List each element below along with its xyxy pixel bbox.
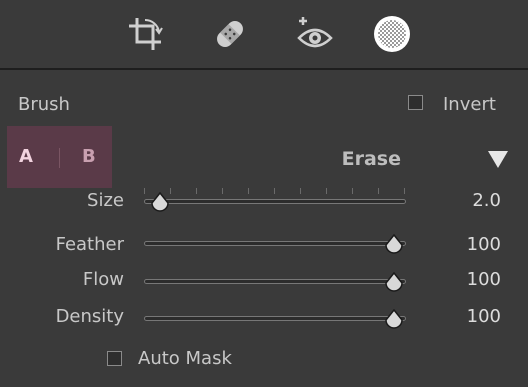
density-value[interactable]: 100: [421, 306, 501, 327]
invert-label[interactable]: Invert: [443, 94, 496, 115]
auto-mask-label[interactable]: Auto Mask: [138, 348, 232, 369]
slider-tick: [274, 188, 275, 194]
slider-tick: [404, 188, 405, 194]
density-slider-thumb[interactable]: [384, 309, 404, 331]
brush-title: Brush: [18, 94, 70, 115]
dropdown-arrow-icon[interactable]: [488, 151, 508, 168]
slider-tick: [248, 188, 249, 194]
red-eye-icon[interactable]: [293, 12, 337, 56]
tool-strip: [0, 0, 528, 68]
feather-slider-thumb[interactable]: [384, 234, 404, 256]
slider-tick: [326, 188, 327, 194]
slider-tick: [222, 188, 223, 194]
brush-ab-selector: A B: [7, 126, 112, 188]
slider-ticks: [144, 188, 406, 194]
brush-a-button[interactable]: A: [19, 146, 33, 167]
brush-ab-separator: [59, 148, 60, 168]
healing-bandage-icon[interactable]: [208, 12, 252, 56]
invert-checkbox[interactable]: [408, 95, 423, 110]
density-slider-track[interactable]: [144, 316, 406, 321]
size-slider-thumb[interactable]: [150, 192, 170, 214]
size-slider-track[interactable]: [144, 199, 406, 204]
slider-tick: [144, 188, 145, 194]
feather-value[interactable]: 100: [421, 234, 501, 255]
brush-b-button[interactable]: B: [82, 146, 96, 167]
slider-label: Density: [55, 306, 124, 327]
slider-tick: [378, 188, 379, 194]
slider-tick: [352, 188, 353, 194]
masking-circle-icon[interactable]: [370, 12, 414, 56]
size-value[interactable]: 2.0: [421, 190, 501, 211]
brush-mode-label[interactable]: Erase: [300, 148, 401, 170]
flow-slider-thumb[interactable]: [384, 272, 404, 294]
slider-label: Feather: [55, 234, 124, 255]
slider-tick: [300, 188, 301, 194]
crop-icon[interactable]: [123, 12, 167, 56]
slider-tick: [196, 188, 197, 194]
flow-value[interactable]: 100: [421, 269, 501, 290]
slider-label: Flow: [82, 269, 124, 290]
feather-slider-track[interactable]: [144, 241, 406, 246]
auto-mask-checkbox[interactable]: [107, 351, 122, 366]
flow-slider-track[interactable]: [144, 279, 406, 284]
slider-label: Size: [87, 190, 124, 211]
toolbar-divider: [0, 68, 528, 70]
